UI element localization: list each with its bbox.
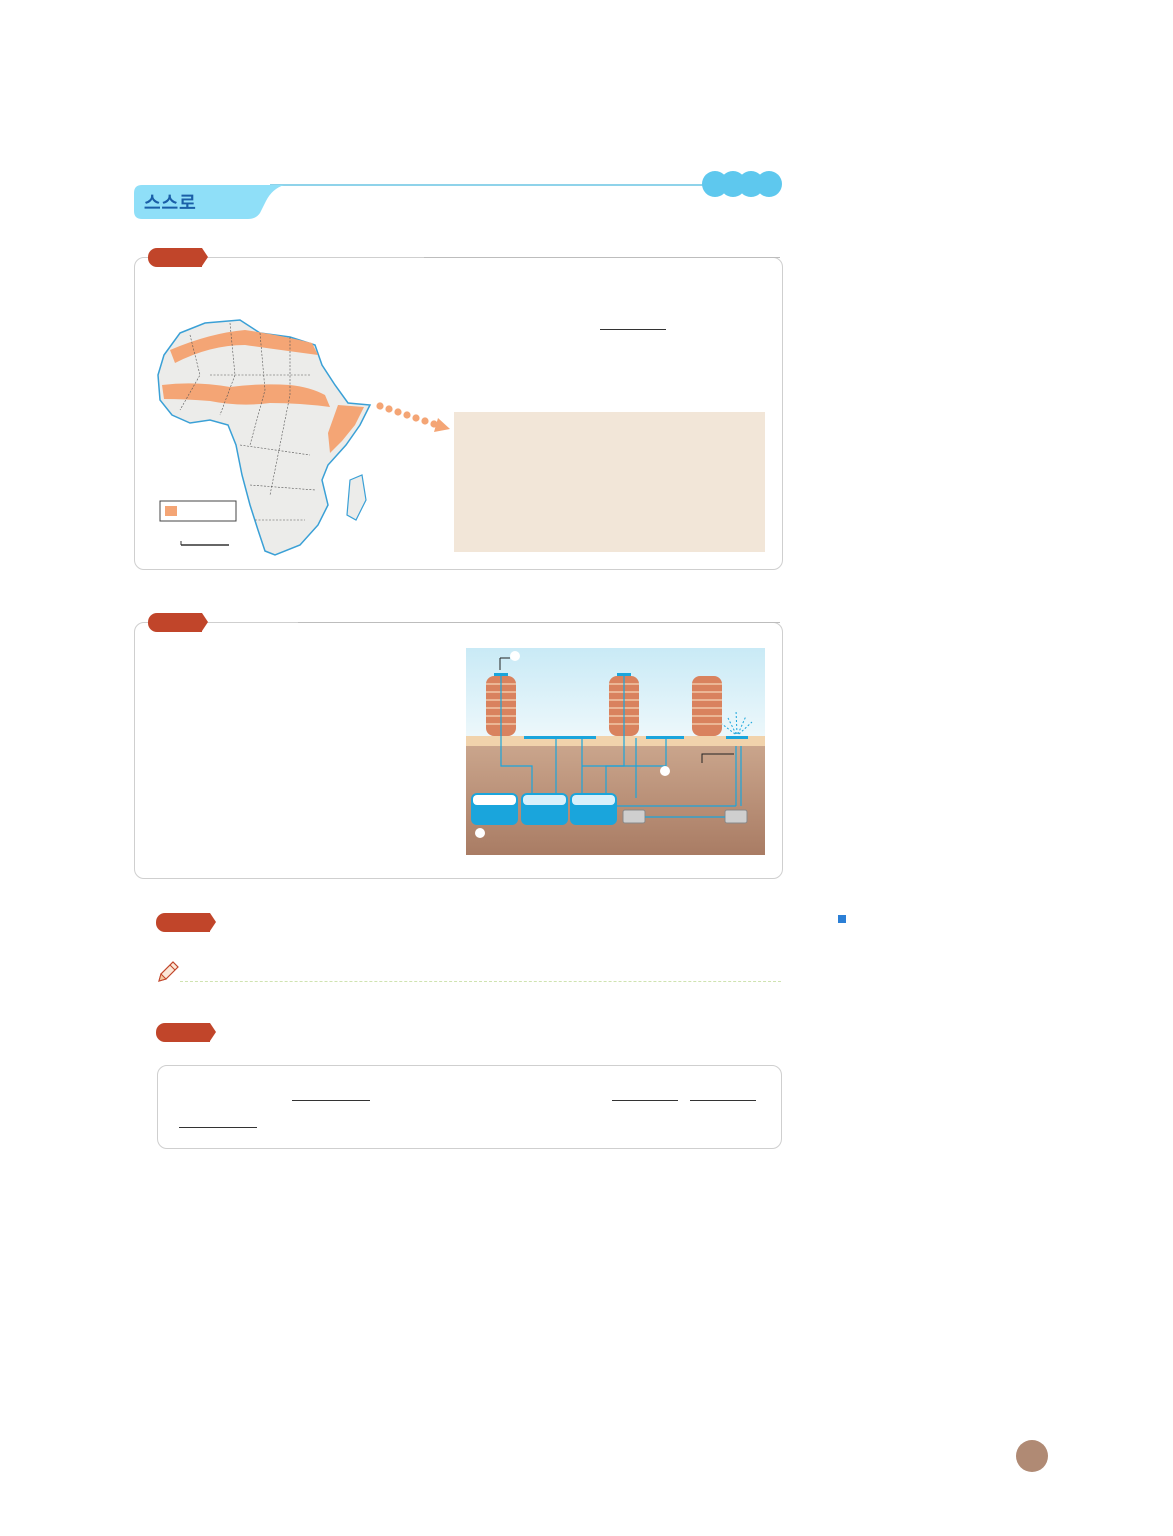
side-note-bullet bbox=[838, 915, 846, 923]
header-pill-4 bbox=[756, 171, 782, 197]
water-recycling-diagram bbox=[466, 648, 765, 855]
africa-map bbox=[157, 319, 372, 556]
answer-blank[interactable] bbox=[612, 1100, 678, 1101]
answer-blank[interactable] bbox=[600, 329, 666, 330]
activity-1-tag bbox=[148, 248, 208, 267]
activity-2-tag bbox=[148, 613, 208, 632]
header-title: 스스로 bbox=[144, 193, 197, 214]
pencil-icon bbox=[158, 961, 179, 982]
question-4-tag bbox=[156, 1023, 216, 1042]
activity-1-rule bbox=[424, 257, 780, 258]
page-number-badge bbox=[1016, 1440, 1048, 1472]
question-3-tag bbox=[156, 913, 216, 932]
dotted-arrow-icon bbox=[376, 402, 450, 432]
activity-2-rule bbox=[298, 622, 780, 623]
question-4-box bbox=[157, 1065, 782, 1149]
reading-panel bbox=[454, 412, 765, 552]
answer-blank[interactable] bbox=[292, 1100, 370, 1101]
answer-blank[interactable] bbox=[690, 1100, 756, 1101]
answer-line[interactable] bbox=[180, 981, 781, 982]
answer-blank[interactable] bbox=[179, 1127, 257, 1128]
